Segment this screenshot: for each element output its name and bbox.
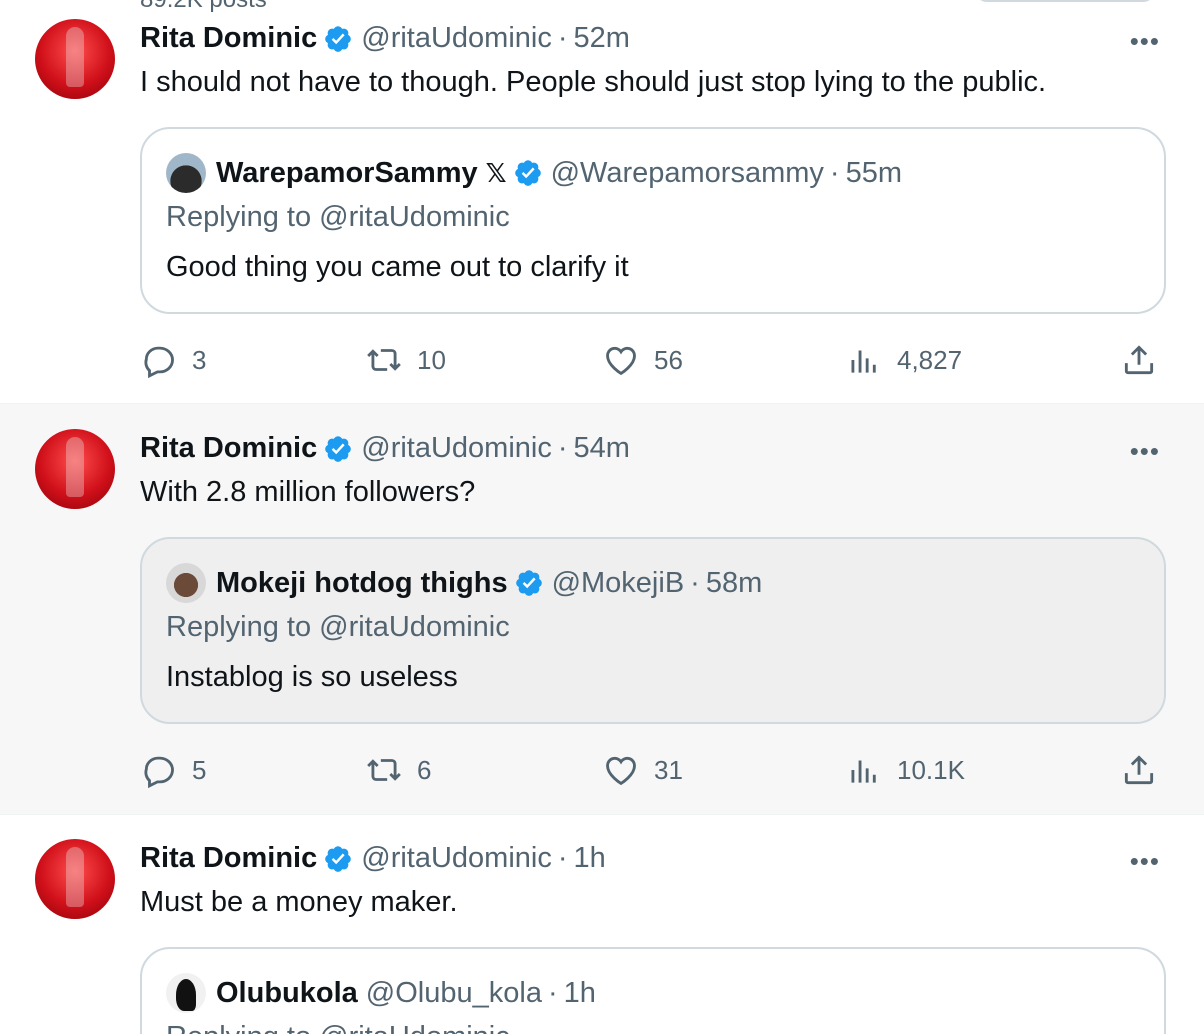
tweet[interactable]: Rita Dominic @ritaUdominic · 52m ••• I s… (0, 0, 1204, 404)
tweet-header: Rita Dominic @ritaUdominic · 52m (140, 22, 630, 55)
views-icon (851, 350, 876, 373)
replying-to: Replying to @ritaUdominic (166, 1021, 510, 1034)
views-icon (851, 760, 876, 783)
tweet-text: Must be a money maker. (140, 886, 458, 918)
quoted-tweet[interactable]: WarepamorSammy 𝕏 @Warepamorsammy · 55m R… (140, 127, 1166, 314)
quoted-tweet-text: Instablog is so useless (166, 661, 458, 693)
like-count: 56 (654, 344, 683, 375)
tweet-header: Rita Dominic @ritaUdominic · 1h (140, 842, 606, 875)
verified-badge-icon (514, 160, 541, 186)
avatar[interactable] (35, 839, 115, 919)
more-icon[interactable]: ••• (1130, 26, 1160, 57)
tweet-text: I should not have to though. People shou… (140, 66, 1047, 98)
verified-badge-icon (325, 25, 352, 52)
avatar[interactable] (35, 429, 115, 509)
share-button[interactable] (1120, 341, 1158, 379)
action-bar: 3 10 56 4,827 (140, 341, 1160, 381)
quoted-timestamp: 58m (705, 566, 763, 599)
separator-dot: · (829, 156, 840, 189)
repost-count: 6 (417, 754, 432, 785)
author-name[interactable]: Rita Dominic (140, 432, 317, 465)
verified-badge-icon (515, 570, 542, 596)
like-button[interactable]: 31 (602, 751, 683, 789)
separator-dot: · (547, 976, 558, 1009)
view-count: 10.1K (897, 754, 965, 785)
quoted-author-name: Mokeji hotdog thighs (216, 566, 508, 599)
share-button[interactable] (1120, 751, 1158, 789)
reply-button[interactable]: 5 (140, 751, 206, 789)
separator-dot: · (557, 22, 568, 54)
views-button[interactable]: 4,827 (845, 341, 962, 379)
reply-button[interactable]: 3 (140, 341, 206, 379)
separator-dot: · (557, 432, 568, 464)
tweet[interactable]: Rita Dominic @ritaUdominic · 54m ••• Wit… (0, 404, 1204, 815)
more-icon[interactable]: ••• (1130, 436, 1160, 467)
share-icon (1124, 755, 1154, 785)
reply-icon (144, 346, 174, 379)
quoted-author-name: WarepamorSammy (216, 156, 478, 189)
quoted-author-handle: @Olubu_kola (365, 976, 542, 1009)
replying-to: Replying to @ritaUdominic (166, 611, 510, 643)
reply-count: 5 (192, 754, 207, 785)
timestamp[interactable]: 1h (574, 842, 606, 875)
quoted-avatar (166, 153, 206, 193)
action-bar: 5 6 31 10.1K (140, 751, 1160, 791)
repost-button[interactable]: 10 (365, 341, 446, 379)
separator-dot: · (690, 566, 700, 599)
more-icon[interactable]: ••• (1130, 846, 1160, 877)
author-name[interactable]: Rita Dominic (140, 842, 317, 875)
quoted-tweet-text: Good thing you came out to clarify it (166, 251, 629, 283)
tweet[interactable]: Rita Dominic @ritaUdominic · 1h ••• Must… (0, 815, 1204, 1034)
view-count: 4,827 (897, 344, 963, 375)
verified-badge-icon (325, 435, 352, 462)
quoted-timestamp: 55m (845, 156, 902, 189)
views-button[interactable]: 10.1K (845, 751, 965, 789)
separator-dot: · (557, 842, 568, 874)
author-handle[interactable]: @ritaUdominic (361, 22, 552, 55)
quoted-tweet-header: Olubukola @Olubu_kola · 1h (166, 973, 596, 1013)
verified-badge-icon (325, 845, 352, 872)
quoted-timestamp: 1h (563, 976, 596, 1009)
repost-button[interactable]: 6 (365, 751, 431, 789)
quoted-tweet[interactable]: Mokeji hotdog thighs @MokejiB · 58m Repl… (140, 537, 1166, 724)
like-button[interactable]: 56 (602, 341, 683, 379)
author-handle[interactable]: @ritaUdominic (361, 432, 552, 465)
author-handle[interactable]: @ritaUdominic (361, 842, 552, 875)
reply-count: 3 (192, 344, 207, 375)
reply-icon (144, 756, 174, 789)
repost-count: 10 (417, 344, 446, 375)
timestamp[interactable]: 54m (574, 432, 630, 465)
share-icon (1124, 345, 1154, 375)
author-name[interactable]: Rita Dominic (140, 22, 317, 55)
quoted-author-handle: @MokejiB (551, 566, 685, 599)
quoted-tweet[interactable]: Olubukola @Olubu_kola · 1h Replying to @… (140, 947, 1166, 1034)
like-icon (606, 346, 636, 376)
quoted-author-handle: @Warepamorsammy (550, 156, 824, 189)
repost-icon (367, 759, 401, 781)
replying-to: Replying to @ritaUdominic (166, 201, 510, 233)
like-count: 31 (654, 754, 683, 785)
avatar[interactable] (35, 19, 115, 99)
timestamp[interactable]: 52m (574, 22, 630, 55)
like-icon (606, 756, 636, 786)
quoted-tweet-header: Mokeji hotdog thighs @MokejiB · 58m (166, 563, 762, 603)
quoted-avatar (166, 563, 206, 603)
tweet-header: Rita Dominic @ritaUdominic · 54m (140, 432, 630, 465)
tweet-text: With 2.8 million followers? (140, 476, 476, 508)
x-logo-icon: 𝕏 (485, 157, 507, 188)
quoted-tweet-header: WarepamorSammy 𝕏 @Warepamorsammy · 55m (166, 153, 902, 193)
repost-icon (367, 349, 401, 371)
quoted-avatar (166, 973, 206, 1013)
quoted-author-name: Olubukola (216, 976, 358, 1009)
